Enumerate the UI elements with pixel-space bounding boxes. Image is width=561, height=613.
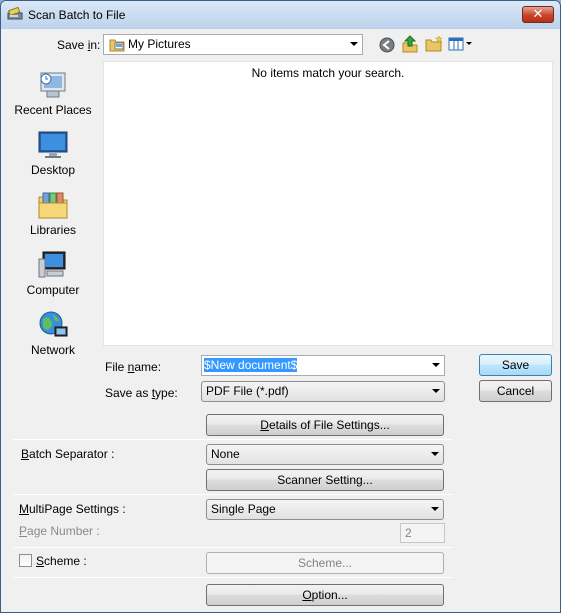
scanner-setting-button[interactable]: Scanner Setting... [206,469,444,491]
title-bar[interactable]: Scan Batch to File ✕ [1,1,560,29]
chevron-down-icon [432,363,440,367]
file-name-label: File name: [105,360,162,374]
save-button[interactable]: Save [479,354,552,376]
details-of-file-settings-button[interactable]: Details of File Settings... [206,414,444,436]
chevron-down-icon [432,389,440,393]
scheme-label: Scheme : [36,554,87,568]
back-icon[interactable] [379,37,395,53]
cancel-button[interactable]: Cancel [479,380,552,402]
batch-separator-value: None [211,447,240,461]
dialog-client-area: Save in: My Pictures Recent Places Deskt… [7,29,554,608]
places-bar: Recent Places Desktop Libraries Computer… [7,61,99,361]
scanner-app-icon [7,7,23,20]
chevron-down-icon [431,452,439,456]
dialog-window: Scan Batch to File ✕ Save in: My Picture… [0,0,561,613]
desktop-icon [38,131,68,158]
save-in-dropdown[interactable]: My Pictures [103,34,363,55]
close-icon: ✕ [532,6,544,21]
page-number-label: Page Number : [19,524,100,538]
place-computer[interactable]: Computer [7,249,99,309]
up-folder-icon[interactable] [402,35,418,53]
file-name-input[interactable]: $New document$ [201,355,445,376]
option-button[interactable]: Option... [206,584,444,606]
recent-places-icon [40,72,66,98]
batch-separator-label: Batch Separator : [21,447,115,461]
separator [13,547,453,548]
save-in-label: Save in: [57,38,101,52]
save-in-value: My Pictures [128,37,191,51]
place-label: Network [30,343,75,357]
file-name-value: $New document$ [204,358,298,372]
place-label: Libraries [29,223,77,237]
place-label: Recent Places [14,103,92,117]
separator [13,577,453,578]
window-title: Scan Batch to File [28,8,126,22]
file-list[interactable]: No items match your search. [103,61,553,346]
separator [13,494,453,495]
place-libraries[interactable]: Libraries [7,189,99,249]
network-icon [39,311,68,337]
place-label: Desktop [30,163,76,177]
save-as-type-value: PDF File (*.pdf) [206,384,289,398]
place-recent-places[interactable]: Recent Places [7,69,99,129]
computer-icon [38,251,66,278]
chevron-down-icon [350,42,358,46]
save-as-type-dropdown[interactable]: PDF File (*.pdf) [201,381,445,402]
place-desktop[interactable]: Desktop [7,129,99,189]
multipage-settings-dropdown[interactable]: Single Page [206,499,444,520]
place-network[interactable]: Network [7,309,99,369]
close-button[interactable]: ✕ [522,6,554,23]
multipage-settings-value: Single Page [211,502,276,516]
empty-message: No items match your search. [251,66,405,80]
batch-separator-dropdown[interactable]: None [206,444,444,465]
multipage-settings-label: MultiPage Settings : [19,502,126,516]
scheme-button[interactable]: Scheme... [206,552,444,574]
view-menu-icon[interactable] [448,37,474,51]
chevron-down-icon [431,507,439,511]
libraries-icon [38,192,68,219]
pictures-folder-icon [109,39,125,52]
page-number-input[interactable]: 2 [400,523,445,543]
place-label: Computer [26,283,80,297]
scheme-checkbox[interactable] [19,554,32,567]
new-folder-icon[interactable] [425,36,443,52]
save-as-type-label: Save as type: [105,386,178,400]
separator [13,439,453,440]
